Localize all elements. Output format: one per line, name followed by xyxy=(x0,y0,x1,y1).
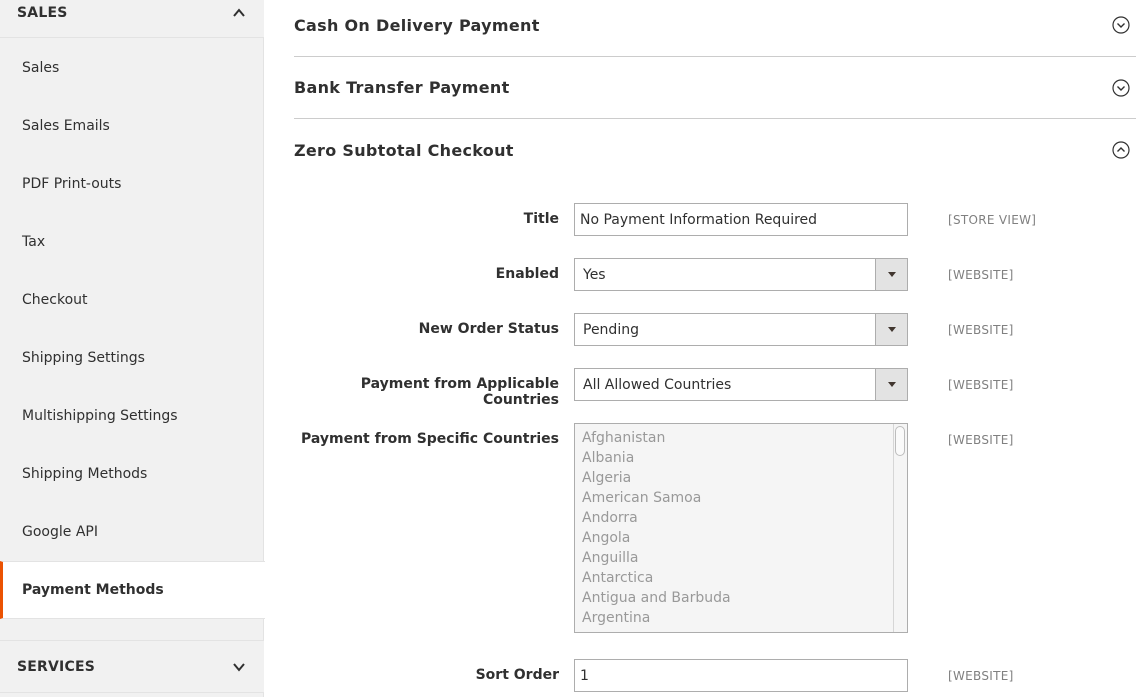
enabled-select-value: Yes xyxy=(583,266,606,283)
specific-countries-control: Afghanistan Albania Algeria American Sam… xyxy=(574,423,908,633)
country-option[interactable]: American Samoa xyxy=(575,488,907,508)
title-scope: [STORE VIEW] xyxy=(948,213,1037,227)
country-option[interactable]: Argentina xyxy=(575,608,907,628)
new-order-status-select[interactable]: Pending xyxy=(574,313,908,346)
zero-subtotal-group-title: Zero Subtotal Checkout xyxy=(294,140,514,160)
title-input[interactable]: No Payment Information Required xyxy=(574,203,908,236)
sidebar-item-sales[interactable]: Sales xyxy=(0,39,264,97)
bank-group-title: Bank Transfer Payment xyxy=(294,78,510,97)
services-section-title: SERVICES xyxy=(17,658,95,675)
sidebar-item-sales-emails[interactable]: Sales Emails xyxy=(0,97,264,155)
cod-group-header[interactable]: Cash On Delivery Payment xyxy=(294,0,1136,57)
dropdown-arrow-icon[interactable] xyxy=(875,314,907,345)
applicable-countries-control: All Allowed Countries xyxy=(574,368,908,401)
services-section-header[interactable]: SERVICES xyxy=(0,640,264,693)
country-option[interactable]: Afghanistan xyxy=(575,428,907,448)
chevron-down-icon[interactable] xyxy=(232,660,246,674)
sidebar-item-checkout[interactable]: Checkout xyxy=(0,271,264,329)
new-order-status-control: Pending xyxy=(574,313,908,346)
country-option[interactable]: Algeria xyxy=(575,468,907,488)
new-order-status-scope: [WEBSITE] xyxy=(948,323,1014,337)
sales-section-title: SALES xyxy=(17,4,68,21)
country-option[interactable]: Angola xyxy=(575,528,907,548)
specific-countries-row: Payment from Specific Countries Afghanis… xyxy=(294,423,1136,633)
specific-countries-label: Payment from Specific Countries xyxy=(300,431,559,447)
country-option[interactable]: Albania xyxy=(575,448,907,468)
title-label: Title xyxy=(523,211,559,227)
payment-config-main: Cash On Delivery Payment Bank Transfer P… xyxy=(294,0,1136,697)
new-order-status-value: Pending xyxy=(583,321,639,338)
multiselect-scrollbar[interactable] xyxy=(893,424,907,632)
sales-nav-list: Sales Sales Emails PDF Print-outs Tax Ch… xyxy=(0,39,265,619)
bank-group-header[interactable]: Bank Transfer Payment xyxy=(294,57,1136,119)
enabled-scope: [WEBSITE] xyxy=(948,268,1014,282)
zero-subtotal-group-header[interactable]: Zero Subtotal Checkout xyxy=(294,119,1136,181)
country-options: Afghanistan Albania Algeria American Sam… xyxy=(575,424,907,628)
applicable-countries-label: Payment from Applicable Countries xyxy=(360,376,559,408)
expand-circle-icon[interactable] xyxy=(1112,78,1130,97)
country-option[interactable]: Anguilla xyxy=(575,548,907,568)
applicable-countries-value: All Allowed Countries xyxy=(583,376,732,393)
specific-countries-scope: [WEBSITE] xyxy=(948,433,1014,447)
enabled-label: Enabled xyxy=(495,266,559,282)
dropdown-arrow-icon[interactable] xyxy=(875,369,907,400)
chevron-up-icon[interactable] xyxy=(232,6,246,20)
enabled-control: Yes xyxy=(574,258,908,291)
specific-countries-multiselect[interactable]: Afghanistan Albania Algeria American Sam… xyxy=(574,423,908,633)
country-option[interactable]: Andorra xyxy=(575,508,907,528)
title-row: Title No Payment Information Required [S… xyxy=(294,203,1136,236)
enabled-row: Enabled Yes [WEBSITE] xyxy=(294,258,1136,291)
sort-order-scope: [WEBSITE] xyxy=(948,669,1014,683)
sidebar-item-multishipping-settings[interactable]: Multishipping Settings xyxy=(0,387,264,445)
sidebar-item-google-api[interactable]: Google API xyxy=(0,503,264,561)
sidebar-item-shipping-settings[interactable]: Shipping Settings xyxy=(0,329,264,387)
applicable-countries-row: Payment from Applicable Countries All Al… xyxy=(294,368,1136,408)
title-control: No Payment Information Required xyxy=(574,203,908,236)
applicable-countries-select[interactable]: All Allowed Countries xyxy=(574,368,908,401)
scrollbar-thumb[interactable] xyxy=(895,426,905,456)
sort-order-label: Sort Order xyxy=(475,667,559,683)
sort-order-input[interactable]: 1 xyxy=(574,659,908,692)
sidebar-item-pdf-printouts[interactable]: PDF Print-outs xyxy=(0,155,264,213)
sales-section-header[interactable]: SALES xyxy=(0,0,264,38)
cod-group-title: Cash On Delivery Payment xyxy=(294,15,540,35)
sidebar-item-shipping-methods[interactable]: Shipping Methods xyxy=(0,445,264,503)
new-order-status-label: New Order Status xyxy=(418,321,559,337)
collapse-circle-icon[interactable] xyxy=(1112,141,1130,159)
sort-order-control: 1 xyxy=(574,659,908,692)
sidebar-item-payment-methods[interactable]: Payment Methods xyxy=(0,561,265,619)
config-sidebar: SALES Sales Sales Emails PDF Print-outs … xyxy=(0,0,265,697)
sidebar-item-tax[interactable]: Tax xyxy=(0,213,264,271)
applicable-countries-scope: [WEBSITE] xyxy=(948,378,1014,392)
dropdown-arrow-icon[interactable] xyxy=(875,259,907,290)
enabled-select[interactable]: Yes xyxy=(574,258,908,291)
country-option[interactable]: Antarctica xyxy=(575,568,907,588)
country-option[interactable]: Antigua and Barbuda xyxy=(575,588,907,608)
expand-circle-icon[interactable] xyxy=(1112,16,1130,34)
new-order-status-row: New Order Status Pending [WEBSITE] xyxy=(294,313,1136,346)
sort-order-row: Sort Order 1 [WEBSITE] xyxy=(294,659,1136,692)
